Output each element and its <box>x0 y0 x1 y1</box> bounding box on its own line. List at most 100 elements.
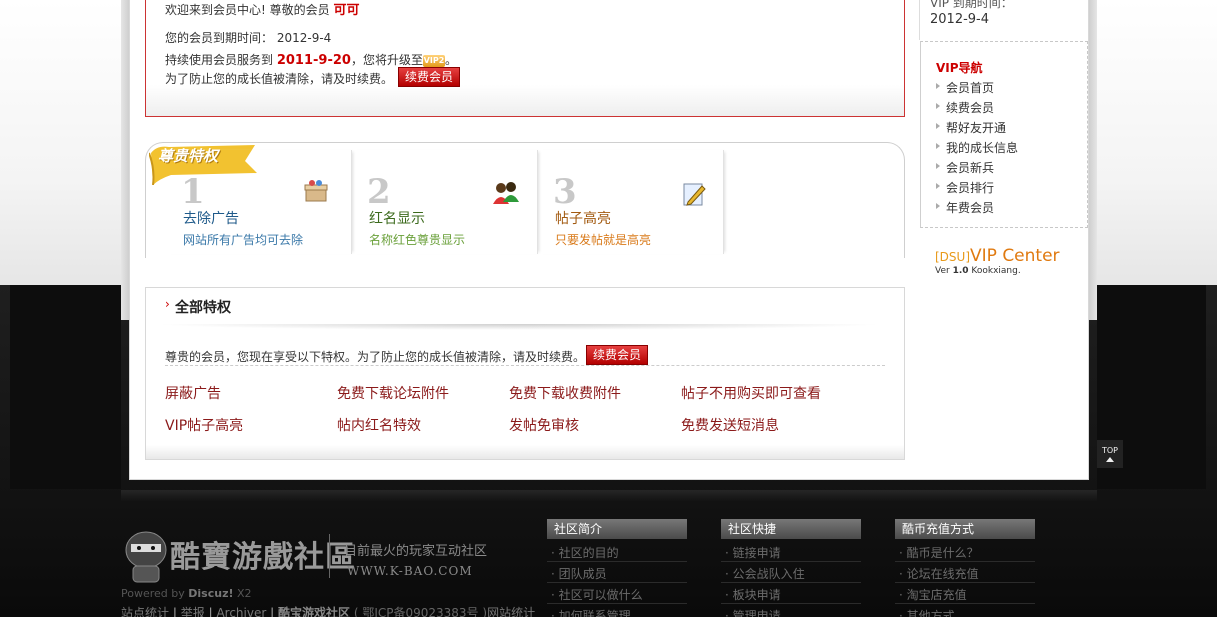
footer-column-title-intro: 社区简介 <box>547 519 687 539</box>
footer-line <box>547 582 687 583</box>
page-shadow-left <box>121 0 129 320</box>
privilege-title-3: 帖子高亮 <box>555 211 611 227</box>
warning-text: 为了防止您的成长值被清除，请及时续费。 <box>165 72 394 86</box>
powered-by: Powered by Discuz! X2 <box>121 587 252 600</box>
footer-line <box>721 561 861 562</box>
sidebar-item-ranking[interactable]: 会员排行 <box>946 179 994 196</box>
gift-box-icon <box>304 180 328 202</box>
continue-prefix: 持续使用会员服务到 <box>165 53 274 67</box>
privilege-number-2: 2 <box>367 172 391 212</box>
top-label: TOP <box>1101 446 1118 455</box>
vip-expire-date: 2012-9-4 <box>930 12 990 27</box>
footer-line <box>721 582 861 583</box>
brand-name: VIP Center <box>970 246 1060 266</box>
logo-divider <box>329 534 330 578</box>
sidebar-item-home[interactable]: 会员首页 <box>946 79 994 96</box>
privilege-link-block-ads[interactable]: 屏蔽广告 <box>165 383 221 403</box>
footer-link-apply-link[interactable]: · 链接申请 <box>725 544 781 561</box>
bullet-arrow-icon <box>936 123 940 129</box>
all-privileges-header-separator <box>154 324 884 330</box>
footer-line <box>895 561 1035 562</box>
users-icon <box>493 182 519 204</box>
ninja-mascot-icon <box>125 531 167 583</box>
footer-link-purpose[interactable]: · 社区的目的 <box>551 544 619 561</box>
footer-link-board-apply[interactable]: · 板块申请 <box>725 586 781 603</box>
sidebar-item-annual[interactable]: 年费会员 <box>946 199 994 216</box>
sidebar-item-new-members[interactable]: 会员新兵 <box>946 159 994 176</box>
footer-link-team[interactable]: · 团队成员 <box>551 565 607 582</box>
footer-link-other[interactable]: · 其他方式 <box>899 607 955 617</box>
privilege-link-free-messages[interactable]: 免费发送短消息 <box>681 415 779 435</box>
all-privileges-title: 全部特权 <box>175 300 231 316</box>
back-to-top-button[interactable]: TOP <box>1097 440 1123 468</box>
footer-link-what-to-do[interactable]: · 社区可以做什么 <box>551 586 643 603</box>
footer-line <box>895 582 1035 583</box>
expire-label: 您的会员到期时间： <box>165 31 274 45</box>
footer-link-site-stats[interactable]: 网站统计 <box>487 606 535 617</box>
powered-prefix: Powered by <box>121 587 185 600</box>
site-slogan: 目前最火的玩家互动社区 <box>344 544 488 559</box>
footer-icp: ( 鄂ICP备09023383号 ) <box>353 606 488 617</box>
page-shadow-right <box>1089 0 1097 320</box>
chevron-right-icon: › <box>165 297 170 311</box>
privilege-title-1: 去除广告 <box>183 211 239 227</box>
period: 。 <box>444 53 457 67</box>
footer-line <box>895 603 1035 604</box>
version-author: Kookxiang. <box>971 266 1021 276</box>
sidebar-item-growth[interactable]: 我的成长信息 <box>946 139 1018 156</box>
footer-bottom-links: 站点统计 | 举报 | Archiver | 酷宝游戏社区 ( 鄂ICP备090… <box>121 604 535 617</box>
welcome-line: 欢迎来到会员中心! 尊敬的会员 可可 <box>165 0 359 18</box>
privilege-link-free-attachments[interactable]: 免费下载论坛附件 <box>337 383 449 403</box>
privilege-desc-1: 网站所有广告均可去除 <box>183 233 304 247</box>
privilege-link-view-posts[interactable]: 帖子不用购买即可查看 <box>681 383 821 403</box>
footer-link-online-recharge[interactable]: · 论坛在线充值 <box>899 565 979 582</box>
arrow-up-icon <box>1106 457 1114 462</box>
footer-link-stats[interactable]: 站点统计 <box>121 606 169 617</box>
footer-line <box>547 561 687 562</box>
footer-link-what-is-coin[interactable]: · 酷币是什么？ <box>899 544 979 561</box>
footer-site-name[interactable]: 酷宝游戏社区 <box>278 606 350 617</box>
bullet-arrow-icon <box>936 143 940 149</box>
privilege-link-free-paid-attachments[interactable]: 免费下载收费附件 <box>509 383 621 403</box>
footer-link-report[interactable]: 举报 <box>181 606 205 617</box>
continue-suffix: ，您将升级至 <box>350 53 423 67</box>
footer-column-title-recharge: 酷币充值方式 <box>895 519 1035 539</box>
bullet-arrow-icon <box>936 183 940 189</box>
version-number: 1.0 <box>952 266 969 276</box>
bullet-arrow-icon <box>936 203 940 209</box>
brand-tag: [DSU] <box>935 250 971 264</box>
privilege-link-no-review[interactable]: 发帖免审核 <box>509 415 579 435</box>
version-prefix: Ver <box>935 266 950 276</box>
privilege-desc-3: 只要发帖就是高亮 <box>555 233 652 247</box>
vip2-badge-icon: VIP2 <box>422 54 445 67</box>
bullet-arrow-icon <box>936 83 940 89</box>
footer-link-guild[interactable]: · 公会战队入住 <box>725 565 805 582</box>
footer-line <box>547 603 687 604</box>
privilege-number-3: 3 <box>553 172 577 212</box>
renew-member-button[interactable]: 续费会员 <box>398 67 461 87</box>
footer-line <box>721 603 861 604</box>
renew-member-button-2[interactable]: 续费会员 <box>586 345 649 365</box>
powered-version: X2 <box>237 587 252 600</box>
vip-center-brand: [DSU]VIP Center <box>935 246 1060 266</box>
powered-name: Discuz! <box>188 587 234 600</box>
footer-link-archiver[interactable]: Archiver <box>216 606 266 617</box>
bullet-arrow-icon <box>936 163 940 169</box>
footer-link-taobao[interactable]: · 淘宝店充值 <box>899 586 967 603</box>
sidebar-item-gift-friend[interactable]: 帮好友开通 <box>946 119 1006 136</box>
sidebar-divider <box>919 0 920 40</box>
privilege-number-1: 1 <box>181 172 205 212</box>
privilege-title-2: 红名显示 <box>369 211 425 227</box>
version-line: Ver 1.0 Kookxiang. <box>935 266 1021 276</box>
continue-line: 持续使用会员服务到 2011-9-20，您将升级至VIP2。 <box>165 51 457 68</box>
continue-date: 2011-9-20 <box>276 53 351 68</box>
privilege-link-red-name[interactable]: 帖内红名特效 <box>337 415 421 435</box>
vip-nav-title: VIP导航 <box>936 61 983 75</box>
sidebar-item-renew[interactable]: 续费会员 <box>946 99 994 116</box>
page-dark-band-left <box>10 285 121 489</box>
footer-link-contact-admin[interactable]: · 加何联系管理 <box>551 607 631 617</box>
privilege-link-vip-highlight[interactable]: VIP帖子高亮 <box>165 415 243 435</box>
edit-pencil-icon <box>683 183 706 206</box>
footer-link-admin-apply[interactable]: · 管理申请 <box>725 607 781 617</box>
all-privileges-notice: 尊贵的会员，您现在享受以下特权。为了防止您的成长值被清除，请及时续费。 <box>165 350 586 364</box>
